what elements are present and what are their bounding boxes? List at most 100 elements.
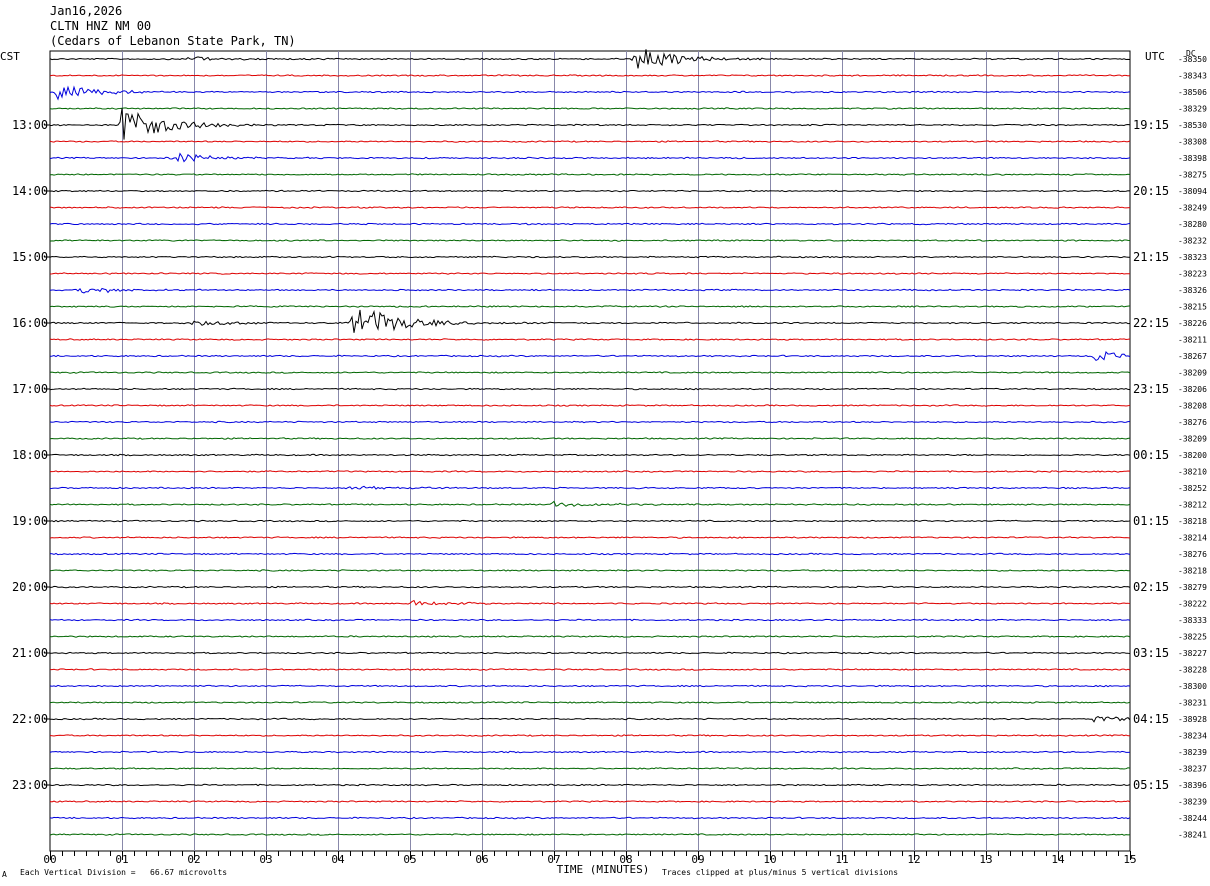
dc-offset-label: -38228	[1178, 666, 1207, 675]
seismic-trace	[50, 470, 1131, 473]
seismic-trace	[50, 651, 1131, 655]
seismic-trace	[50, 668, 1131, 671]
cst-hour-label: 15:00	[12, 250, 48, 264]
seismic-trace	[49, 239, 1131, 242]
seismic-trace	[49, 287, 1131, 294]
cst-hour-label: 14:00	[12, 184, 48, 198]
x-tick-label: 05	[403, 853, 416, 866]
cst-hour-label: 23:00	[12, 778, 48, 792]
seismic-trace	[50, 108, 1131, 140]
dc-offset-label: -38276	[1178, 550, 1207, 559]
seismic-trace	[49, 272, 1130, 275]
dc-offset-label: -38276	[1178, 418, 1207, 427]
x-tick-label: 03	[259, 853, 272, 866]
dc-offset-label: -38333	[1178, 616, 1207, 625]
dc-offset-label: -38208	[1178, 402, 1207, 411]
x-tick-label: 12	[907, 853, 920, 866]
dc-offset-label: -38350	[1178, 55, 1207, 64]
dc-offset-label: -38239	[1178, 748, 1207, 757]
dc-offset-label: -38244	[1178, 814, 1207, 823]
dc-offset-label: -38225	[1178, 633, 1207, 642]
dc-offset-label: -38326	[1178, 286, 1207, 295]
utc-hour-label: 23:15	[1133, 382, 1169, 396]
seismic-trace	[49, 309, 1131, 333]
cst-hour-label: 19:00	[12, 514, 48, 528]
dc-offset-label: -38232	[1178, 237, 1207, 246]
dc-offset-label: -38343	[1178, 72, 1207, 81]
seismic-trace	[49, 485, 1131, 490]
seismic-trace	[49, 599, 1131, 606]
seismic-trace	[49, 569, 1131, 572]
dc-offset-label: -38928	[1178, 715, 1207, 724]
dc-offset-label: -38280	[1178, 220, 1207, 229]
dc-offset-label: -38215	[1178, 303, 1207, 312]
x-tick-label: 09	[691, 853, 704, 866]
utc-hour-label: 03:15	[1133, 646, 1169, 660]
dc-offset-label: -38223	[1178, 270, 1207, 279]
seismic-trace	[49, 338, 1131, 341]
dc-offset-label: -38398	[1178, 154, 1207, 163]
seismic-trace	[49, 404, 1131, 407]
x-tick-label: 02	[187, 853, 200, 866]
seismic-trace	[49, 351, 1131, 362]
seismic-trace	[49, 716, 1131, 723]
seismic-trace	[49, 107, 1131, 110]
dc-offset-label: -38267	[1178, 352, 1207, 361]
dc-offset-label: -38237	[1178, 765, 1207, 774]
seismic-trace	[49, 85, 1131, 101]
seismic-trace	[49, 305, 1131, 308]
cst-hour-label: 17:00	[12, 382, 48, 396]
seismic-trace	[49, 189, 1131, 193]
seismic-trace	[49, 635, 1131, 638]
x-tick-label: 06	[475, 853, 488, 866]
seismic-trace	[49, 783, 1131, 787]
dc-offset-label: -38323	[1178, 253, 1207, 262]
x-tick-label: 04	[331, 853, 345, 866]
seismic-trace	[49, 140, 1131, 143]
utc-hour-label: 00:15	[1133, 448, 1169, 462]
seismic-trace	[49, 371, 1131, 374]
seismogram-plot: -38350 -38343 -38506 -38329 -38530 -38308 -383…	[12, 49, 1207, 876]
seismic-trace	[49, 387, 1131, 391]
dc-offset-label: -38252	[1178, 484, 1207, 493]
utc-hour-label: 01:15	[1133, 514, 1169, 528]
dc-offset-label: -38218	[1178, 567, 1207, 576]
dc-offset-label: -38094	[1178, 187, 1207, 196]
seismic-trace	[49, 420, 1131, 424]
seismic-trace	[49, 701, 1131, 704]
dc-offset-label: -38231	[1178, 699, 1207, 708]
cst-hour-label: 22:00	[12, 712, 48, 726]
cst-hour-label: 18:00	[12, 448, 48, 462]
seismic-trace	[49, 552, 1131, 556]
seismic-trace	[49, 437, 1131, 440]
dc-offset-label: -38226	[1178, 319, 1207, 328]
dc-offset-label: -38279	[1178, 583, 1207, 592]
dc-offset-label: -38506	[1178, 88, 1207, 97]
x-tick-label: 00	[43, 853, 56, 866]
seismic-trace	[49, 536, 1131, 539]
dc-offset-label: -38396	[1178, 781, 1207, 790]
dc-offset-label: -38218	[1178, 517, 1207, 526]
dc-offset-label: -38329	[1178, 105, 1207, 114]
x-tick-label: 14	[1051, 853, 1065, 866]
cst-hour-label: 16:00	[12, 316, 48, 330]
seismic-trace	[49, 49, 1131, 69]
cst-hour-label: 20:00	[12, 580, 48, 594]
dc-offset-label: -38210	[1178, 468, 1207, 477]
seismic-trace	[49, 734, 1130, 737]
dc-offset-label: -38239	[1178, 798, 1207, 807]
utc-hour-label: 04:15	[1133, 712, 1169, 726]
dc-offset-label: -38241	[1178, 831, 1207, 840]
utc-hour-label: 05:15	[1133, 778, 1169, 792]
dc-offset-label: -38214	[1178, 534, 1207, 543]
x-tick-label: 11	[835, 853, 848, 866]
utc-hour-label: 19:15	[1133, 118, 1169, 132]
cst-hour-label: 13:00	[12, 118, 48, 132]
dc-offset-label: -38209	[1178, 435, 1207, 444]
seismic-trace	[49, 152, 1131, 163]
dc-offset-label: -38300	[1178, 682, 1207, 691]
x-tick-label: 15	[1123, 853, 1136, 866]
plot-frame	[49, 50, 1131, 852]
dc-offset-label: -38211	[1178, 336, 1207, 345]
seismic-trace	[49, 453, 1131, 457]
